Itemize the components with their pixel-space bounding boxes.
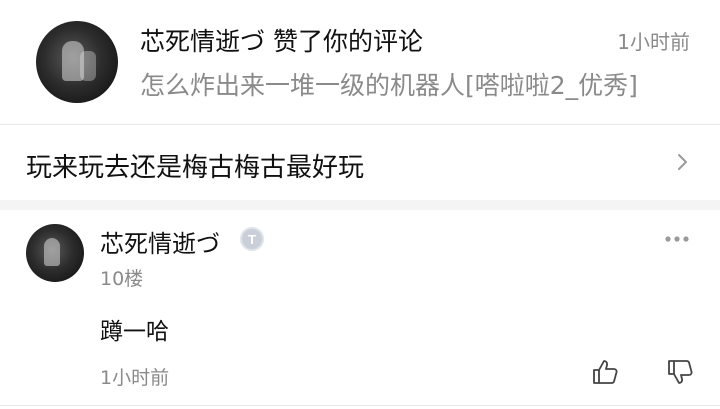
like-notification[interactable]: 芯死情逝づ 赞了你的评论 1小时前 怎么炸出来一堆一级的机器人[嗒啦啦2_优秀] <box>0 0 720 124</box>
chevron-right-icon <box>678 154 687 170</box>
commenter-avatar[interactable] <box>26 224 84 282</box>
divider <box>0 405 720 406</box>
thumb-down-icon[interactable] <box>666 358 694 386</box>
thumb-up-icon[interactable] <box>591 358 619 386</box>
comment-floor: 10楼 <box>100 268 144 290</box>
commenter-name[interactable]: 芯死情逝づ <box>100 224 220 259</box>
level-badge-icon: T <box>240 227 264 251</box>
post-title: 玩来玩去还是梅古梅古最好玩 <box>26 153 365 183</box>
notification-comment-text: 怎么炸出来一堆一级的机器人[嗒啦啦2_优秀] <box>140 71 638 100</box>
user-avatar[interactable] <box>36 21 118 103</box>
avatar-figure-secondary <box>80 51 96 81</box>
comment-item: 芯死情逝づ T 10楼 蹲一哈 1小时前 <box>0 210 720 409</box>
avatar-figure <box>44 238 60 266</box>
comment-body: 蹲一哈 <box>100 319 169 345</box>
badge-label: T <box>248 231 256 247</box>
notification-time: 1小时前 <box>617 30 690 54</box>
post-link-row[interactable]: 玩来玩去还是梅古梅古最好玩 <box>0 125 720 200</box>
comment-time: 1小时前 <box>100 367 170 389</box>
notification-title: 芯死情逝づ 赞了你的评论 <box>140 27 423 56</box>
section-gap <box>0 200 720 210</box>
more-icon[interactable] <box>664 235 690 243</box>
